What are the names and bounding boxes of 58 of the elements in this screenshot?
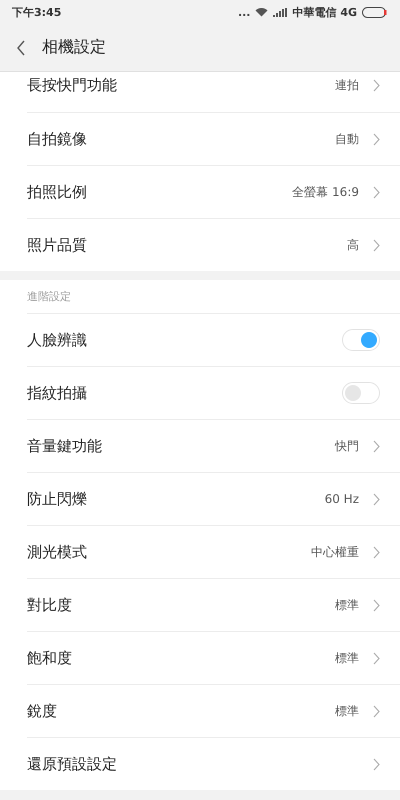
settings-row[interactable]: 照片品質 高 [27,218,400,271]
settings-row[interactable]: 還原預設設定 [27,737,400,790]
chevron-icon [373,186,380,198]
setting-label: 飽和度 [27,648,73,668]
settings-row[interactable]: 對比度 標準 [27,578,400,631]
setting-value: 標準 [335,650,359,666]
setting-value: 自動 [335,130,359,148]
setting-label: 指紋拍攝 [27,384,88,402]
setting-label: 測光模式 [27,542,88,562]
setting-value: 連拍 [335,77,359,94]
status-time: 下午3:45 [12,4,62,20]
chevron-icon [373,598,380,612]
settings-row[interactable]: 測光模式 中心權重 [27,525,400,578]
wifi-icon [255,7,268,17]
setting-label: 照片品質 [27,236,88,254]
back-icon[interactable] [16,40,26,56]
setting-value: 中心權重 [311,544,359,560]
setting-label: 人臉辨識 [27,330,88,350]
setting-value: 60 Hz [324,492,359,506]
toggle-switch[interactable] [342,329,380,351]
carrier-name: 中華電信 4G [292,4,357,20]
settings-row[interactable]: 自拍鏡像 自動 [27,112,400,165]
setting-label: 防止閃爍 [27,490,88,508]
chevron-icon [373,758,380,770]
chevron-icon [373,440,380,452]
settings-row[interactable]: 拍照比例 全螢幕 16:9 [27,165,400,218]
setting-value: 高 [347,236,359,254]
signal-icon [273,8,288,16]
setting-value: 標準 [335,702,359,720]
setting-value: 快門 [335,438,359,454]
notification-dots: ... [238,6,250,18]
page-title: 相機設定 [42,37,106,58]
setting-label: 對比度 [27,596,73,614]
setting-label: 拍照比例 [27,182,88,202]
toggle-switch[interactable] [342,382,380,404]
chevron-icon [373,132,380,146]
settings-row[interactable]: 飽和度 標準 [27,631,400,684]
settings-row[interactable]: 銳度 標準 [27,684,400,737]
chevron-icon [373,238,380,252]
setting-value: 標準 [335,596,359,614]
setting-label: 音量鍵功能 [27,436,103,456]
section-header: 進階設定 [26,289,72,305]
chevron-icon [373,652,380,664]
settings-row[interactable]: 指紋拍攝 [27,366,400,419]
setting-label: 長按快門功能 [27,76,118,95]
chevron-icon [373,546,380,558]
setting-label: 還原預設設定 [27,754,118,774]
settings-row[interactable]: 音量鍵功能 快門 [27,419,400,472]
settings-row[interactable]: 防止閃爍 60 Hz [27,472,400,525]
battery-icon [362,6,388,18]
chevron-icon [373,704,380,718]
settings-row[interactable]: 人臉辨識 [27,313,400,366]
setting-label: 銳度 [27,702,58,720]
setting-label: 自拍鏡像 [27,130,88,148]
settings-row[interactable]: 長按快門功能 連拍 [27,72,400,112]
chevron-icon [373,492,380,506]
setting-value: 全螢幕 16:9 [292,184,359,200]
chevron-icon [373,79,380,92]
